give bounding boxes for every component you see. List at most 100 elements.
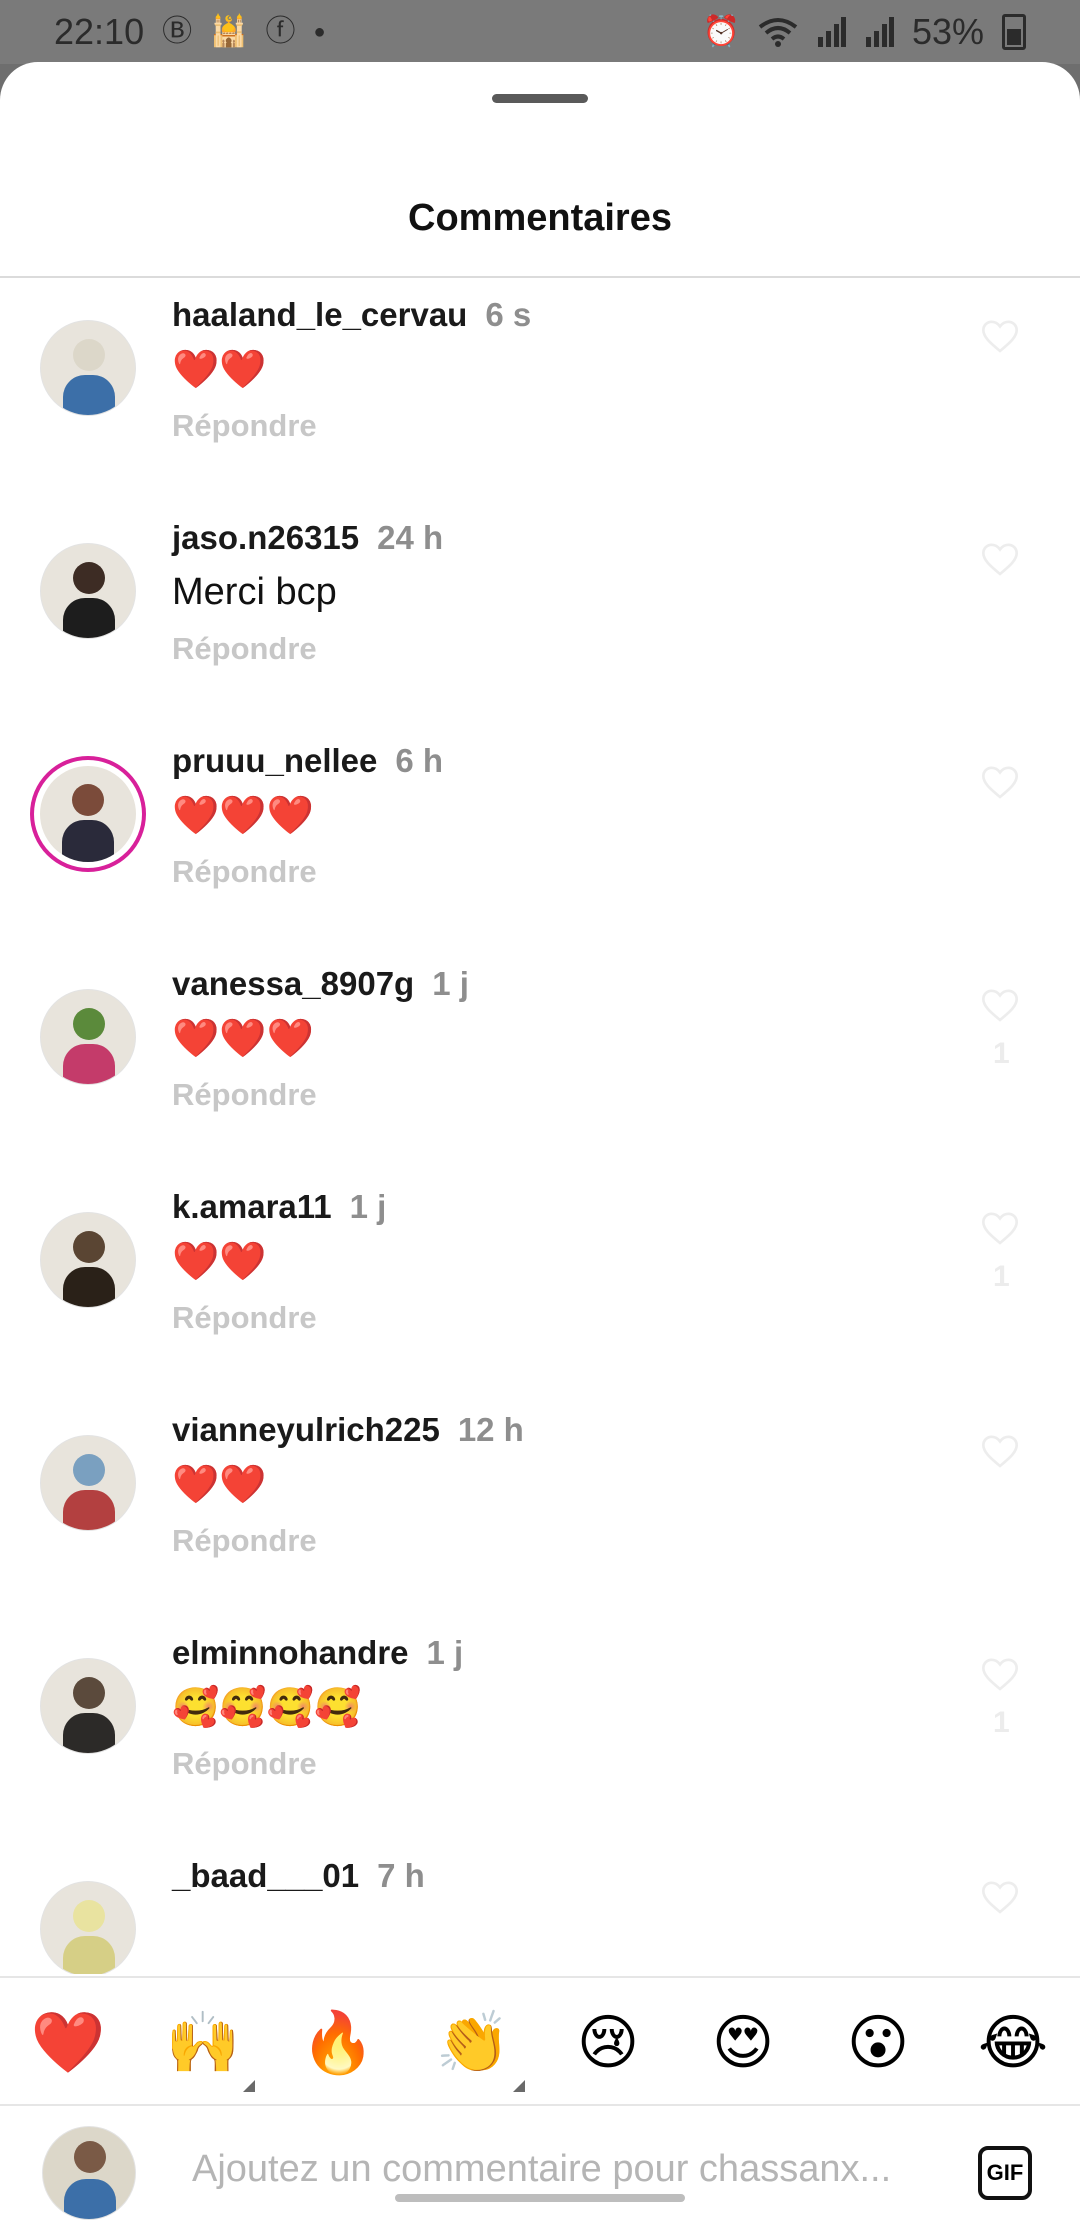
battery-percent: 53% bbox=[911, 11, 984, 52]
wifi-icon bbox=[758, 18, 798, 47]
comment-username[interactable]: vianneyulrich225 bbox=[172, 1411, 440, 1448]
variants-indicator-icon bbox=[513, 2080, 525, 2092]
like-count: 1 bbox=[993, 1706, 1010, 1739]
like-count: 1 bbox=[993, 1037, 1010, 1070]
status-bar-right: ⏰ 53% bbox=[703, 11, 1026, 53]
like-heart-icon[interactable] bbox=[980, 1877, 1020, 1917]
like-heart-icon[interactable] bbox=[980, 1431, 1020, 1471]
comment-text: ❤️❤️❤️ bbox=[172, 1018, 314, 1060]
comment-text: ❤️❤️ bbox=[172, 349, 267, 391]
comment-header: elminnohandre 1 j bbox=[172, 1634, 463, 1672]
avatar[interactable] bbox=[40, 1212, 136, 1308]
comment-time: 1 j bbox=[349, 1188, 387, 1225]
comment-item[interactable]: haaland_le_cervau 6 s ❤️❤️ Répondre bbox=[0, 280, 1080, 503]
comment-username[interactable]: _baad___01 bbox=[172, 1857, 359, 1894]
crying-face-icon: 😢 bbox=[576, 2009, 640, 2076]
comment-item[interactable]: elminnohandre 1 j 🥰🥰🥰🥰 Répondre 1 bbox=[0, 1618, 1080, 1841]
comment-item[interactable]: k.amara11 1 j ❤️❤️ Répondre 1 bbox=[0, 1172, 1080, 1395]
like-heart-icon[interactable] bbox=[980, 985, 1020, 1025]
comments-sheet: Commentaires haaland_le_cervau 6 s ❤️❤️ Rép… bbox=[0, 62, 1080, 2220]
alarm-icon: ⏰ bbox=[702, 15, 740, 48]
comment-header: jaso.n26315 24 h bbox=[172, 519, 443, 557]
emoji-crying-face[interactable]: 😢 bbox=[568, 2008, 648, 2078]
comment-username[interactable]: pruuu_nellee bbox=[172, 742, 377, 779]
comment-username[interactable]: vanessa_8907g bbox=[172, 965, 414, 1002]
drag-handle[interactable] bbox=[492, 94, 588, 103]
b-icon: Ⓑ bbox=[162, 15, 193, 48]
reply-button[interactable]: Répondre bbox=[172, 854, 317, 890]
comment-input[interactable] bbox=[190, 2138, 954, 2200]
like-heart-icon[interactable] bbox=[980, 1654, 1020, 1694]
emoji-reaction-bar: ❤️ 🙌 🔥 👏 😢 😍 😮 😂 bbox=[0, 1978, 1080, 2102]
like-heart-icon[interactable] bbox=[980, 1208, 1020, 1248]
emoji-raising-hands[interactable]: 🙌 bbox=[163, 2008, 255, 2092]
raising-hands-icon: 🙌 bbox=[165, 2009, 241, 2076]
page-title: Commentaires bbox=[408, 197, 672, 239]
comment-header: vanessa_8907g 1 j bbox=[172, 965, 469, 1003]
signal-icon bbox=[817, 17, 846, 47]
avatar[interactable] bbox=[40, 320, 136, 416]
avatar[interactable] bbox=[40, 1435, 136, 1531]
red-heart-icon: ❤️ bbox=[30, 2009, 106, 2076]
tears-of-joy-icon: 😂 bbox=[977, 2009, 1049, 2076]
emoji-clapping-hands[interactable]: 👏 bbox=[433, 2008, 525, 2092]
comment-time: 24 h bbox=[377, 519, 444, 556]
heart-eyes-icon: 😍 bbox=[711, 2009, 775, 2076]
avatar[interactable] bbox=[40, 543, 136, 639]
battery-icon bbox=[1002, 14, 1026, 50]
comment-time: 1 j bbox=[426, 1634, 464, 1671]
comment-list[interactable]: haaland_le_cervau 6 s ❤️❤️ Répondre jaso.n26… bbox=[0, 278, 1080, 1974]
emoji-open-mouth[interactable]: 😮 bbox=[838, 2008, 918, 2078]
avatar[interactable] bbox=[40, 766, 136, 862]
reply-button[interactable]: Répondre bbox=[172, 1300, 317, 1336]
comment-item[interactable]: vanessa_8907g 1 j ❤️❤️❤️ Répondre 1 bbox=[0, 949, 1080, 1172]
comment-item[interactable]: jaso.n26315 24 h Merci bcp Répondre bbox=[0, 503, 1080, 726]
comment-username[interactable]: haaland_le_cervau bbox=[172, 296, 467, 333]
status-bar: 22:10 Ⓑ 🕌 ⓕ ● ⏰ 53% bbox=[0, 0, 1080, 64]
comment-header: vianneyulrich225 12 h bbox=[172, 1411, 524, 1449]
reply-button[interactable]: Répondre bbox=[172, 1746, 317, 1782]
avatar bbox=[42, 2126, 136, 2220]
emoji-red-heart[interactable]: ❤️ bbox=[28, 2008, 108, 2078]
comment-text: ❤️❤️ bbox=[172, 1241, 267, 1283]
fire-icon: 🔥 bbox=[300, 2009, 376, 2076]
clapping-hands-icon: 👏 bbox=[435, 2009, 511, 2076]
comment-username[interactable]: elminnohandre bbox=[172, 1634, 409, 1671]
like-heart-icon[interactable] bbox=[980, 316, 1020, 356]
comment-header: pruuu_nellee 6 h bbox=[172, 742, 443, 780]
comment-username[interactable]: jaso.n26315 bbox=[172, 519, 359, 556]
comment-time: 1 j bbox=[432, 965, 469, 1002]
avatar[interactable] bbox=[40, 989, 136, 1085]
comment-text: ❤️❤️❤️ bbox=[172, 795, 314, 837]
comment-text: ❤️❤️ bbox=[172, 1464, 267, 1506]
comment-item[interactable]: _baad___01 7 h bbox=[0, 1841, 1080, 1974]
comment-item[interactable]: pruuu_nellee 6 h ❤️❤️❤️ Répondre bbox=[0, 726, 1080, 949]
home-indicator bbox=[395, 2194, 685, 2202]
like-count: 1 bbox=[993, 1260, 1010, 1293]
avatar[interactable] bbox=[40, 1881, 136, 1974]
reply-button[interactable]: Répondre bbox=[172, 408, 317, 444]
comment-item[interactable]: vianneyulrich225 12 h ❤️❤️ Répondre bbox=[0, 1395, 1080, 1618]
comment-header: haaland_le_cervau 6 s bbox=[172, 296, 531, 334]
comment-header: k.amara11 1 j bbox=[172, 1188, 386, 1226]
like-heart-icon[interactable] bbox=[980, 539, 1020, 579]
emoji-fire[interactable]: 🔥 bbox=[298, 2008, 378, 2078]
comment-time: 6 h bbox=[395, 742, 444, 779]
variants-indicator-icon bbox=[243, 2080, 255, 2092]
reply-button[interactable]: Répondre bbox=[172, 631, 317, 667]
avatar[interactable] bbox=[40, 1658, 136, 1754]
reply-button[interactable]: Répondre bbox=[172, 1077, 317, 1113]
status-time: 22:10 bbox=[54, 11, 145, 52]
comment-time: 6 s bbox=[485, 296, 532, 333]
facebook-icon: ⓕ bbox=[265, 15, 296, 48]
like-heart-icon[interactable] bbox=[980, 762, 1020, 802]
comment-text: 🥰🥰🥰🥰 bbox=[172, 1687, 362, 1729]
emoji-tears-of-joy[interactable]: 😂 bbox=[973, 2008, 1053, 2078]
emoji-heart-eyes[interactable]: 😍 bbox=[703, 2008, 783, 2078]
gif-button[interactable]: GIF bbox=[978, 2146, 1032, 2200]
reply-button[interactable]: Répondre bbox=[172, 1523, 317, 1559]
comment-header: _baad___01 7 h bbox=[172, 1857, 425, 1895]
comment-username[interactable]: k.amara11 bbox=[172, 1188, 332, 1225]
open-mouth-icon: 😮 bbox=[846, 2009, 910, 2076]
comment-composer: GIF bbox=[0, 2106, 1080, 2220]
